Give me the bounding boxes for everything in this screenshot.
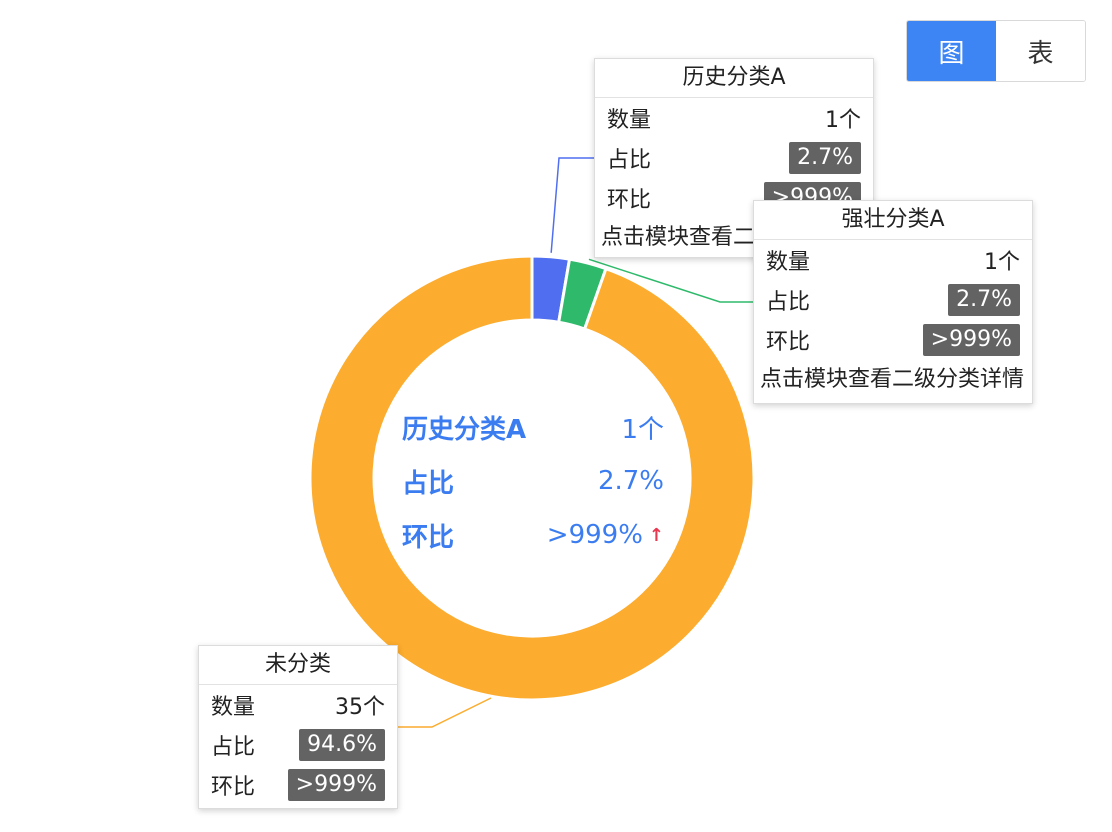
count-value: 1个 xyxy=(984,250,1020,275)
ratio-value: 2.7% xyxy=(948,284,1020,316)
label-title: 未分类 xyxy=(199,646,397,685)
mom-label: 环比 xyxy=(766,330,811,355)
leader-line-unclassified xyxy=(398,697,492,728)
center-ratio-label: 占比 xyxy=(402,468,455,499)
ratio-value: 2.7% xyxy=(789,142,861,174)
leader-line-history-a xyxy=(550,157,595,253)
count-value: 1个 xyxy=(825,108,861,133)
center-mom-wrap: >999% ↑ xyxy=(547,520,664,550)
label-box-unclassified[interactable]: 未分类 数量 35个 占比 94.6% 环比 >999% xyxy=(198,645,398,809)
center-ratio-row: 占比 2.7% xyxy=(402,454,664,508)
mom-label: 环比 xyxy=(211,775,256,800)
count-value: 35个 xyxy=(335,695,385,720)
label-title: 历史分类A xyxy=(595,59,873,98)
label-mom-row: 环比 >999% xyxy=(754,320,1032,360)
ratio-label: 占比 xyxy=(766,290,811,315)
ratio-value: 94.6% xyxy=(299,729,385,761)
label-count-row: 数量 1个 xyxy=(754,240,1032,280)
center-info: 历史分类A 1个 占比 2.7% 环比 >999% ↑ xyxy=(402,400,664,562)
label-title: 强壮分类A xyxy=(754,201,1032,240)
center-ratio: 2.7% xyxy=(597,466,664,496)
count-label: 数量 xyxy=(211,695,256,720)
center-name: 历史分类A xyxy=(402,414,527,445)
center-name-row: 历史分类A 1个 xyxy=(402,400,664,454)
label-count-row: 数量 1个 xyxy=(595,98,873,138)
drilldown-hint: 点击模块查看二级分类详情 xyxy=(760,367,1025,392)
count-label: 数量 xyxy=(607,108,652,133)
center-count: 1个 xyxy=(621,414,664,445)
label-box-strong-a[interactable]: 强壮分类A 数量 1个 占比 2.7% 环比 >999% 点击模块查看二级分类详… xyxy=(753,200,1033,404)
ratio-label: 占比 xyxy=(211,735,256,760)
mom-value: >999% xyxy=(287,769,385,801)
mom-value: >999% xyxy=(922,324,1020,356)
ratio-label: 占比 xyxy=(607,148,652,173)
label-ratio-row: 占比 94.6% xyxy=(199,725,397,765)
center-mom-row: 环比 >999% ↑ xyxy=(402,508,664,562)
center-mom: >999% xyxy=(546,520,643,550)
count-label: 数量 xyxy=(766,250,811,275)
trend-up-icon: ↑ xyxy=(648,524,664,546)
center-mom-label: 环比 xyxy=(402,522,455,553)
label-mom-row: 环比 >999% xyxy=(199,765,397,805)
mom-label: 环比 xyxy=(607,188,652,213)
label-ratio-row: 占比 2.7% xyxy=(754,280,1032,320)
label-ratio-row: 占比 2.7% xyxy=(595,138,873,178)
label-count-row: 数量 35个 xyxy=(199,685,397,725)
